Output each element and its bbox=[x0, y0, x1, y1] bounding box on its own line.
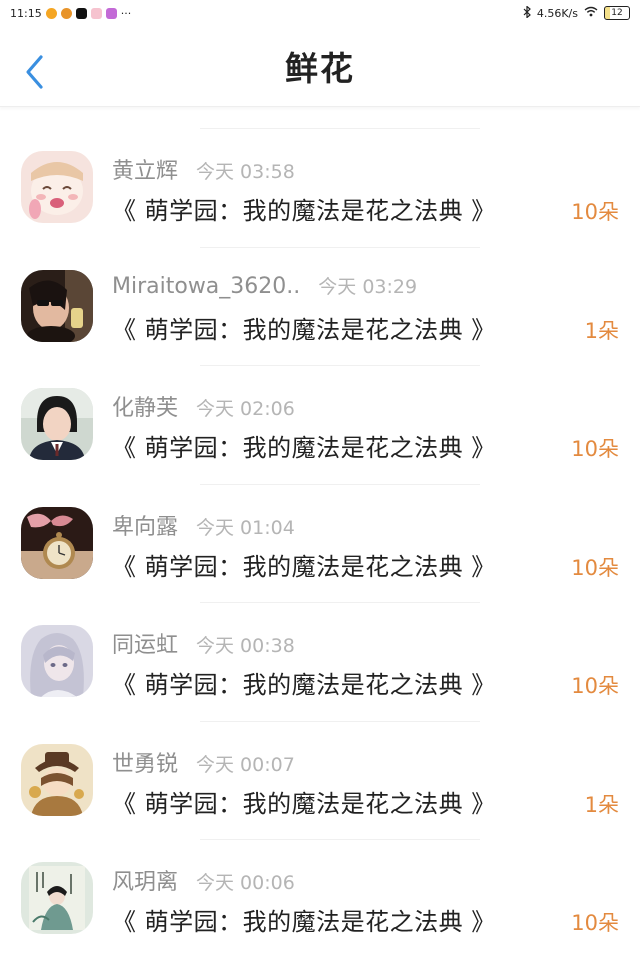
avatar[interactable] bbox=[21, 151, 93, 223]
network-speed: 4.56K/s bbox=[536, 6, 578, 20]
back-button[interactable] bbox=[22, 54, 48, 90]
list-item[interactable]: 世勇锐 今天 00:07 《 萌学园：我的魔法是花之法典 》 1朵 bbox=[0, 720, 640, 840]
list-item[interactable]: 黄立辉 今天 03:58 《 萌学园：我的魔法是花之法典 》 10朵 bbox=[0, 128, 640, 247]
user-line: 卑向露 今天 01:04 bbox=[112, 509, 295, 541]
timestamp: 今天 01:04 bbox=[196, 516, 295, 539]
flower-gift-list: 黄立辉 今天 03:58 《 萌学园：我的魔法是花之法典 》 10朵 Mirai… bbox=[0, 128, 640, 958]
book-title[interactable]: 《 萌学园：我的魔法是花之法典 》 bbox=[112, 428, 496, 463]
status-bar: 11:15 ··· 4.56K/s 12 bbox=[0, 0, 640, 26]
username[interactable]: 世勇锐 bbox=[112, 746, 178, 778]
user-line: 黄立辉 今天 03:58 bbox=[112, 153, 295, 185]
flower-count: 10朵 bbox=[571, 200, 619, 224]
list-item[interactable]: 同运虹 今天 00:38 《 萌学园：我的魔法是花之法典 》 10朵 bbox=[0, 602, 640, 721]
user-line: 风玥离 今天 00:06 bbox=[112, 864, 295, 896]
list-item[interactable]: 化静芙 今天 02:06 《 萌学园：我的魔法是花之法典 》 10朵 bbox=[0, 365, 640, 484]
timestamp: 今天 03:58 bbox=[196, 161, 295, 183]
avatar[interactable] bbox=[21, 506, 93, 579]
header: 鲜花 bbox=[0, 26, 640, 107]
flower-count: 1朵 bbox=[584, 318, 619, 343]
timestamp: 今天 00:38 bbox=[196, 635, 295, 657]
bluetooth-icon bbox=[523, 4, 531, 21]
list-item[interactable]: 卑向露 今天 01:04 《 萌学园：我的魔法是花之法典 》 10朵 bbox=[0, 483, 640, 603]
flower-count: 1朵 bbox=[584, 792, 619, 817]
flower-count: 10朵 bbox=[571, 437, 619, 461]
timestamp: 今天 00:06 bbox=[196, 872, 295, 894]
flower-count: 10朵 bbox=[571, 674, 619, 698]
app-icon bbox=[105, 7, 117, 19]
divider bbox=[200, 720, 480, 722]
book-title[interactable]: 《 萌学园：我的魔法是花之法典 》 bbox=[112, 665, 496, 700]
status-left: 11:15 ··· bbox=[0, 7, 131, 20]
timestamp: 今天 03:29 bbox=[318, 275, 418, 298]
list-item[interactable]: Miraitowa_3620.. 今天 03:29 《 萌学园：我的魔法是花之法… bbox=[0, 246, 640, 366]
cat-app-icon bbox=[90, 7, 102, 19]
username[interactable]: 卑向露 bbox=[112, 509, 178, 541]
avatar[interactable] bbox=[21, 743, 93, 816]
more-notifications: ··· bbox=[120, 6, 132, 20]
weibo-icon bbox=[45, 7, 57, 19]
divider bbox=[200, 602, 480, 603]
timestamp: 今天 00:07 bbox=[196, 753, 295, 776]
book-title[interactable]: 《 萌学园：我的魔法是花之法典 》 bbox=[112, 784, 496, 819]
user-line: Miraitowa_3620.. 今天 03:29 bbox=[112, 272, 417, 299]
divider bbox=[200, 246, 480, 248]
avatar[interactable] bbox=[21, 862, 93, 934]
user-line: 同运虹 今天 00:38 bbox=[112, 627, 295, 659]
username[interactable]: 黄立辉 bbox=[112, 153, 178, 185]
user-line: 世勇锐 今天 00:07 bbox=[112, 746, 295, 778]
username[interactable]: 化静芙 bbox=[112, 390, 178, 422]
status-right: 4.56K/s 12 bbox=[523, 4, 640, 21]
divider bbox=[200, 839, 480, 840]
clock: 11:15 bbox=[10, 6, 42, 20]
list-item[interactable]: 风玥离 今天 00:06 《 萌学园：我的魔法是花之法典 》 10朵 bbox=[0, 839, 640, 958]
timestamp: 今天 02:06 bbox=[196, 398, 295, 420]
avatar[interactable] bbox=[21, 388, 93, 460]
divider bbox=[200, 365, 480, 366]
battery-icon: 12 bbox=[604, 6, 630, 20]
user-line: 化静芙 今天 02:06 bbox=[112, 390, 295, 422]
username[interactable]: 同运虹 bbox=[112, 627, 178, 659]
tiktok-icon bbox=[75, 7, 87, 19]
page-title: 鲜花 bbox=[285, 49, 355, 88]
flower-count: 10朵 bbox=[571, 911, 619, 935]
book-title[interactable]: 《 萌学园：我的魔法是花之法典 》 bbox=[112, 191, 496, 226]
divider bbox=[200, 128, 480, 129]
book-title[interactable]: 《 萌学园：我的魔法是花之法典 》 bbox=[112, 902, 496, 937]
flower-count: 10朵 bbox=[571, 555, 619, 580]
avatar[interactable] bbox=[21, 625, 93, 697]
username[interactable]: Miraitowa_3620.. bbox=[112, 274, 300, 299]
username[interactable]: 风玥离 bbox=[112, 864, 178, 896]
avatar[interactable] bbox=[21, 269, 93, 342]
book-title[interactable]: 《 萌学园：我的魔法是花之法典 》 bbox=[112, 310, 496, 345]
wifi-icon bbox=[584, 6, 598, 20]
weibo-alt-icon bbox=[60, 7, 72, 19]
book-title[interactable]: 《 萌学园：我的魔法是花之法典 》 bbox=[112, 547, 496, 582]
divider bbox=[200, 483, 480, 485]
chevron-left-icon bbox=[26, 55, 43, 89]
